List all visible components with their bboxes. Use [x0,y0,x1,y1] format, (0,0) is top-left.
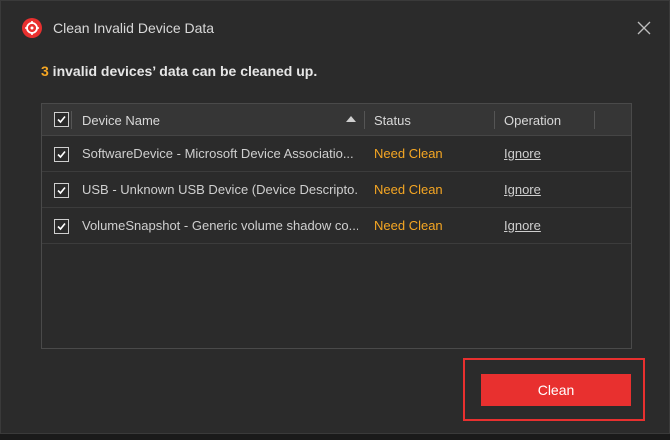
sort-ascending-icon[interactable] [346,116,356,122]
row-checkbox[interactable] [54,219,69,234]
ignore-link[interactable]: Ignore [504,146,541,161]
device-name: SoftwareDevice - Microsoft Device Associ… [82,146,354,161]
row-checkbox[interactable] [54,183,69,198]
table-header: Device Name Status Operation [42,104,631,136]
column-header-status[interactable]: Status [374,113,411,128]
column-header-device-name[interactable]: Device Name [82,113,160,128]
ignore-link[interactable]: Ignore [504,218,541,233]
table-row[interactable]: SoftwareDevice - Microsoft Device Associ… [42,136,631,172]
status-label: Need Clean [374,182,443,197]
status-label: Need Clean [374,218,443,233]
close-icon [637,21,651,35]
table-row[interactable]: VolumeSnapshot - Generic volume shadow c… [42,208,631,244]
title-bar: Clean Invalid Device Data [1,1,669,55]
window-title: Clean Invalid Device Data [53,20,215,36]
checkmark-icon [57,115,66,124]
column-separator [364,111,365,129]
device-name: USB - Unknown USB Device (Device Descrip… [82,182,358,197]
summary-message: invalid devices’ data can be cleaned up. [48,63,318,79]
checkmark-icon [57,150,66,159]
invalid-count: 3 [41,63,49,79]
brand-logo-icon [22,18,42,38]
column-separator [71,111,72,129]
checkmark-icon [57,222,66,231]
column-separator [494,111,495,129]
checkmark-icon [57,186,66,195]
select-all-checkbox[interactable] [54,112,69,127]
device-table: Device Name Status Operation SoftwareDev… [41,103,632,349]
close-button[interactable] [631,15,657,41]
table-row[interactable]: USB - Unknown USB Device (Device Descrip… [42,172,631,208]
column-header-operation[interactable]: Operation [504,113,561,128]
status-label: Need Clean [374,146,443,161]
clean-button[interactable]: Clean [481,374,631,406]
ignore-link[interactable]: Ignore [504,182,541,197]
clean-invalid-device-dialog: Clean Invalid Device Data 3 invalid devi… [0,0,670,434]
device-name: VolumeSnapshot - Generic volume shadow c… [82,218,358,233]
column-separator [594,111,595,129]
row-checkbox[interactable] [54,147,69,162]
summary-text: 3 invalid devices’ data can be cleaned u… [41,63,317,79]
